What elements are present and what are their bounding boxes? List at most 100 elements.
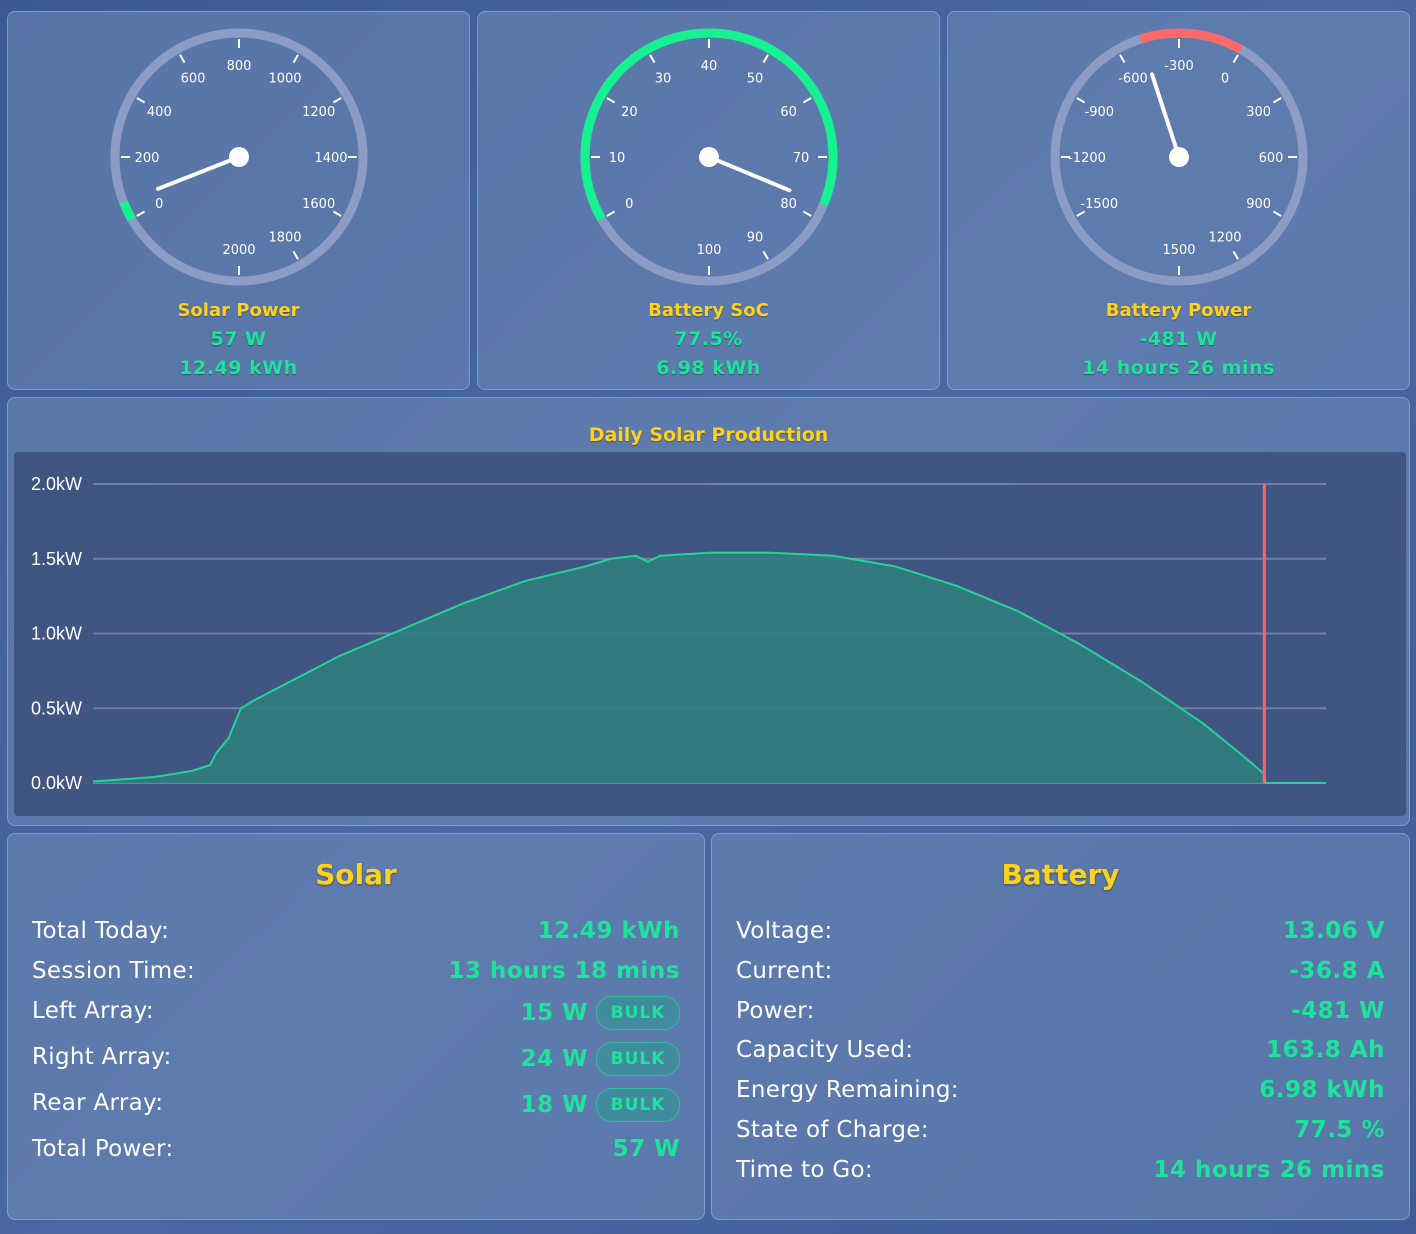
gauge-tick-label: 600 <box>1259 151 1284 166</box>
gauge-tick <box>606 210 616 217</box>
battery-row: Energy Remaining: 6.98 kWh <box>736 1077 1385 1117</box>
gauge-tick-label: 0 <box>625 197 633 212</box>
row-label: Voltage: <box>736 918 833 944</box>
gauge-tick <box>332 210 342 217</box>
row-label: Session Time: <box>32 958 196 984</box>
gauge-tick-label: 1200 <box>302 105 335 120</box>
solar-section-title: Solar <box>315 858 397 891</box>
gauge-tick-label: 0 <box>1221 71 1229 86</box>
y-axis-tick-label: 2.0kW <box>31 474 82 494</box>
gauge-tick <box>1076 210 1086 217</box>
gauge-value: 57 W <box>210 328 267 350</box>
row-value-group: 6.98 kWh <box>1259 1077 1385 1103</box>
gauge-needle-hub <box>1169 147 1189 167</box>
chart-plot-area: 0.0kW 0.5kW 1.0kW 1.5kW 2.0kW <box>14 452 1406 816</box>
gauge-tick <box>1232 54 1239 64</box>
gauge-tick-label: 1600 <box>302 197 335 212</box>
row-label: Total Power: <box>32 1136 174 1162</box>
row-value: 24 W <box>520 1046 588 1072</box>
production-area <box>93 552 1326 783</box>
row-label: State of Charge: <box>736 1117 929 1143</box>
gauge-title: Battery SoC <box>648 300 769 321</box>
daily-solar-production-panel: Daily Solar Production 0.0kW 0.5kW 1.0kW 1.… <box>7 397 1410 826</box>
gauge-needle <box>156 155 241 191</box>
row-label: Capacity Used: <box>736 1037 914 1063</box>
gauge-tick <box>606 97 616 104</box>
row-value-group: 77.5 % <box>1294 1117 1385 1143</box>
gauge-tick-label: 1200 <box>1208 231 1241 246</box>
gauge-panel-solar-power: 0 200 400 600 800 1000 1200 1400 1600 1800 2000 So… <box>7 11 470 390</box>
gauge-tick-label: 70 <box>793 151 810 166</box>
solar-row: Total Today: 12.49 kWh <box>32 918 680 958</box>
row-value: -36.8 A <box>1289 958 1385 984</box>
gauge-tick <box>649 54 656 64</box>
gauge-tick <box>179 54 186 64</box>
charge-state-badge: BULK <box>596 1042 680 1076</box>
gauge-tick-label: 60 <box>780 105 797 120</box>
gauge-tick <box>136 97 146 104</box>
gauge-panel-battery-power: -1500 -1200 -900 -600 -300 0 300 600 900 1200 1500… <box>947 11 1410 390</box>
solar-row: Left Array: 15 W BULK <box>32 996 680 1038</box>
gauge-tick <box>1272 210 1282 217</box>
gauge-secondary-value: 14 hours 26 mins <box>1082 357 1275 379</box>
row-value: 13 hours 18 mins <box>448 958 680 984</box>
gauge-tick-label: 10 <box>609 151 626 166</box>
row-label: Power: <box>736 998 815 1024</box>
solar-row: Session Time: 13 hours 18 mins <box>32 958 680 998</box>
row-value: 14 hours 26 mins <box>1153 1157 1385 1183</box>
battery-row: Current: -36.8 A <box>736 958 1385 998</box>
row-label: Left Array: <box>32 998 154 1024</box>
gauge-tick <box>802 97 812 104</box>
gauge-tick-label: 200 <box>135 151 160 166</box>
gauge-panel-battery-soc: 0 10 20 30 40 50 60 70 80 90 100 Battery SoC 77.5%… <box>477 11 940 390</box>
gauge-tick-label: 1400 <box>314 151 347 166</box>
gauge-tick <box>292 250 299 260</box>
gauge-tick-label: 100 <box>697 243 722 258</box>
battery-section-title: Battery <box>1001 858 1120 891</box>
gauge-needle-hub <box>229 147 249 167</box>
gauge-tick-label: 20 <box>621 105 638 120</box>
row-value-group: 57 W <box>613 1136 680 1162</box>
gauge-value: -481 W <box>1139 328 1218 350</box>
gauge-tick-label: 1800 <box>268 231 301 246</box>
solar-row: Right Array: 24 W BULK <box>32 1042 680 1084</box>
gauge-tick-label: -600 <box>1118 71 1148 86</box>
row-value: 57 W <box>612 1136 680 1162</box>
gauge-tick <box>136 210 146 217</box>
battery-row: Time to Go: 14 hours 26 mins <box>736 1157 1385 1197</box>
gauge-value: 77.5% <box>674 328 743 350</box>
row-value-group: 163.8 Ah <box>1266 1037 1385 1063</box>
row-value-group: -36.8 A <box>1289 958 1385 984</box>
gauge-tick <box>1272 97 1282 104</box>
row-label: Time to Go: <box>736 1157 873 1183</box>
gauge-tick <box>1232 250 1239 260</box>
battery-stats-panel: Battery Voltage: 13.06 V Current: -36.8 A Po… <box>711 833 1410 1220</box>
solar-power-gauge: 0 200 400 600 800 1000 1200 1400 1600 1800 2000 <box>110 28 368 286</box>
y-axis-tick-label: 1.0kW <box>31 624 82 644</box>
gauge-tick <box>332 97 342 104</box>
row-value-group: 18 W BULK <box>521 1088 680 1122</box>
gauge-needle <box>1149 72 1181 159</box>
gauge-title: Battery Power <box>1105 300 1252 321</box>
gauge-tick <box>1076 97 1086 104</box>
row-value: 77.5 % <box>1294 1117 1385 1143</box>
solar-row: Total Power: 57 W <box>32 1136 680 1176</box>
y-axis-tick-label: 1.5kW <box>31 549 82 569</box>
gauge-secondary-value: 6.98 kWh <box>656 357 761 379</box>
solar-stats-panel: Solar Total Today: 12.49 kWh Session Time:… <box>7 833 705 1220</box>
gauge-tick-label: 900 <box>1246 197 1271 212</box>
row-label: Total Today: <box>32 918 170 944</box>
charge-state-badge: BULK <box>596 996 680 1030</box>
row-label: Right Array: <box>32 1044 172 1070</box>
row-value-group: 13 hours 18 mins <box>448 958 680 984</box>
battery-row: Power: -481 W <box>736 998 1385 1038</box>
row-value-group: 12.49 kWh <box>538 918 680 944</box>
gauge-tick-label: 800 <box>227 59 252 74</box>
y-axis-tick-label: 0.0kW <box>31 773 82 793</box>
gauge-tick-label: -900 <box>1085 105 1115 120</box>
gauge-tick-label: 40 <box>701 59 718 74</box>
row-value: 6.98 kWh <box>1259 1077 1385 1103</box>
battery-soc-gauge: 0 10 20 30 40 50 60 70 80 90 100 <box>580 28 838 286</box>
solar-production-chart: 0.0kW 0.5kW 1.0kW 1.5kW 2.0kW <box>31 474 1326 793</box>
gauge-tick-label: 400 <box>147 105 172 120</box>
